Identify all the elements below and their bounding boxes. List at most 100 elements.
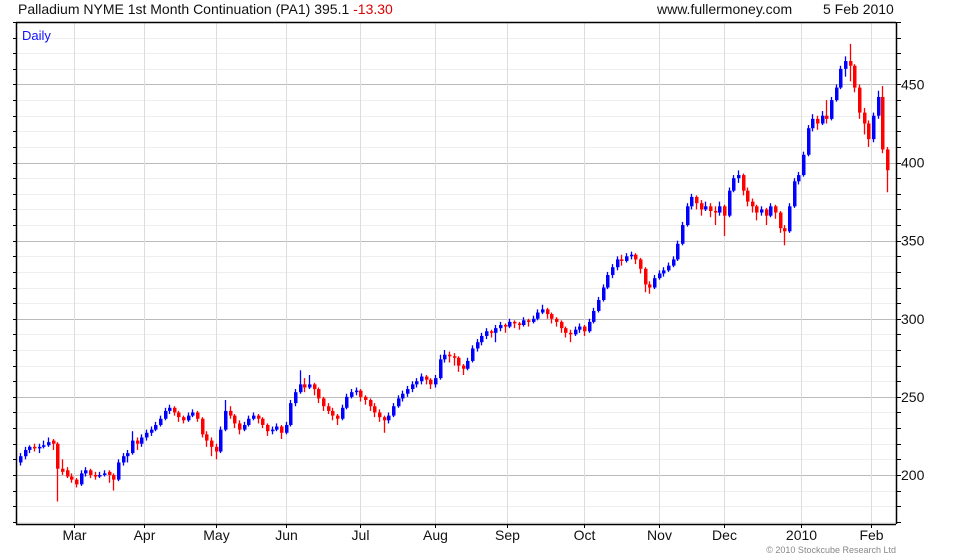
candle-body (24, 449, 28, 457)
candle-up (578, 323, 582, 333)
candle-body (755, 206, 759, 213)
candle-down (564, 326, 568, 338)
candle-up (122, 453, 126, 466)
candle-body (751, 201, 755, 207)
candle-down (70, 473, 74, 483)
candle-body (499, 325, 503, 329)
candle-body (52, 440, 56, 444)
candle-body (630, 254, 634, 257)
candle-body (835, 87, 839, 101)
candle-up (877, 90, 881, 119)
candle-body (205, 434, 209, 441)
candle-up (411, 381, 415, 393)
candle-body (378, 412, 382, 418)
y-tick-label: 250 (901, 389, 925, 405)
candle-body (415, 381, 419, 385)
candle-down (863, 107, 867, 135)
y-tick-label: 200 (901, 467, 925, 483)
candle-body (564, 328, 568, 333)
candle-down (765, 207, 769, 226)
candle-down (700, 200, 704, 216)
candle-up (271, 426, 275, 435)
candle-up (131, 431, 135, 455)
candle-body (164, 410, 168, 419)
candle-body (336, 415, 340, 419)
x-tick-label: Apr (134, 527, 156, 543)
candle-down (425, 374, 429, 385)
candle-up (658, 270, 662, 280)
candle-body (117, 462, 121, 480)
candle-body (886, 149, 890, 171)
candle-up (24, 446, 28, 460)
candle-body (33, 446, 37, 449)
candle-body (700, 203, 704, 210)
candle-body (350, 392, 354, 397)
x-tick-label: Sep (495, 527, 520, 543)
candle-body (411, 384, 415, 390)
candle-down (448, 351, 452, 363)
candle-body (439, 359, 443, 379)
candle-down (546, 307, 550, 319)
candle-body (714, 210, 718, 213)
candle-body (261, 418, 265, 425)
candle-body (80, 473, 84, 485)
candle-body (275, 426, 279, 430)
candle-down (886, 146, 890, 193)
candle-down (89, 468, 93, 479)
candle-up (355, 387, 359, 396)
candle-up (653, 275, 657, 290)
candle-down (550, 312, 554, 324)
candle-body (513, 321, 517, 324)
candle-up (802, 151, 806, 177)
candle-up (611, 264, 615, 279)
candle-body (867, 123, 871, 140)
candle-up (676, 240, 680, 261)
candle-down (648, 281, 652, 294)
candle-body (578, 326, 582, 330)
candle-down (825, 100, 829, 124)
candle-body (858, 87, 862, 113)
candle-up (606, 271, 610, 290)
candle-body (84, 470, 88, 474)
candle-body (196, 412, 200, 419)
candle-body (494, 328, 498, 333)
candle-body (844, 61, 848, 69)
candle-up (690, 193, 694, 210)
candle-up (494, 325, 498, 343)
candle-up (117, 459, 121, 482)
candle-up (541, 304, 545, 315)
candle-body (816, 118, 820, 124)
candle-up (145, 429, 149, 441)
candle-down (755, 204, 759, 221)
candle-body (774, 206, 778, 213)
candle-body (131, 440, 135, 454)
candle-up (728, 187, 732, 218)
candle-body (518, 323, 522, 326)
candle-up (401, 390, 405, 402)
candle-body (66, 470, 70, 477)
candle-body (243, 424, 247, 430)
candle-down (867, 120, 871, 147)
candle-up (466, 357, 470, 371)
candle-down (569, 329, 573, 343)
candle-body (94, 474, 98, 477)
candle-up (420, 373, 424, 385)
candle-body (224, 410, 228, 430)
candle-down (313, 382, 317, 396)
candle-body (732, 178, 736, 191)
candle-body (723, 206, 727, 216)
candle-body (681, 225, 685, 244)
candle-body (825, 115, 829, 119)
candle-body (471, 348, 475, 361)
candle-up (835, 84, 839, 102)
candle-up (872, 112, 876, 143)
candle-down (695, 195, 699, 210)
candle-up (224, 399, 228, 432)
x-tick-label: Oct (574, 527, 596, 543)
candle-body (592, 310, 596, 322)
candle-body (672, 259, 676, 266)
candle-body (550, 314, 554, 319)
candle-up (732, 175, 736, 193)
candle-down (229, 406, 233, 419)
candle-body (126, 453, 130, 457)
